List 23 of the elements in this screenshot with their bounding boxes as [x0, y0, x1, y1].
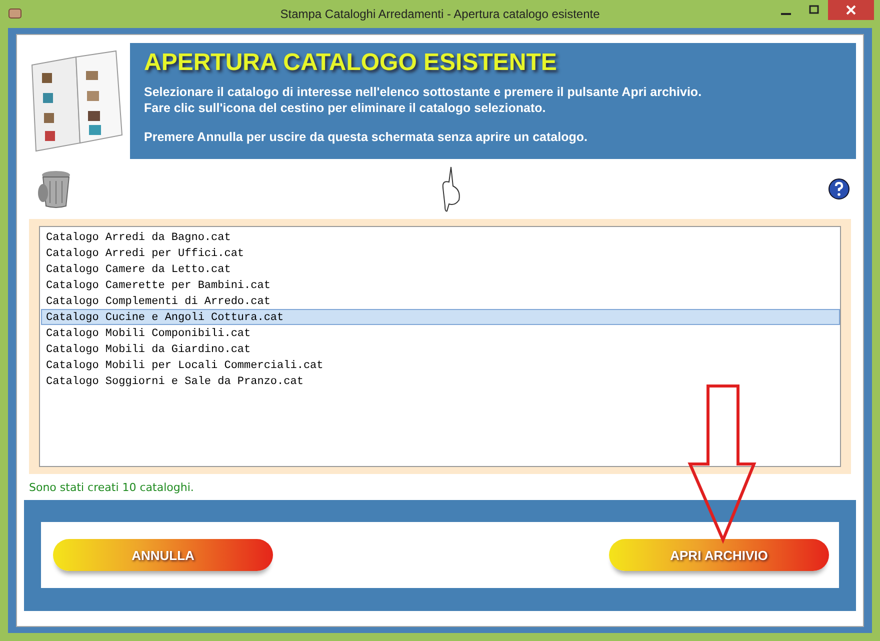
header-title: APERTURA CATALOGO ESISTENTE [144, 49, 558, 77]
instruction-text: Selezionare il catalogo di interesse nell'elenco sottostante e premere il pulsante Apri archivio. [144, 85, 702, 99]
window-title: Stampa Cataloghi Arredamenti - Apertura catalogo esistente [280, 7, 600, 21]
minimize-icon [781, 13, 791, 15]
maximize-icon [809, 5, 819, 15]
catalog-item[interactable]: Catalogo Camerette per Bambini.cat [41, 277, 840, 293]
help-icon[interactable] [828, 178, 850, 200]
close-icon [846, 5, 856, 15]
catalog-item[interactable]: Catalogo Arredi da Bagno.cat [41, 229, 840, 245]
close-button[interactable] [828, 0, 874, 20]
trash-icon[interactable] [36, 169, 72, 209]
catalog-item[interactable]: Catalogo Mobili Componibili.cat [41, 325, 840, 341]
catalog-item[interactable]: Catalogo Complementi di Arredo.cat [41, 293, 840, 309]
catalog-item[interactable]: Catalogo Arredi per Uffici.cat [41, 245, 840, 261]
catalog-item[interactable]: Catalogo Camere da Letto.cat [41, 261, 840, 277]
instruction-text: Fare clic sull'icona del cestino per eliminare il catalogo selezionato. [144, 101, 547, 115]
catalog-item[interactable]: Catalogo Cucine e Angoli Cottura.cat [41, 309, 840, 325]
catalog-item[interactable]: Catalogo Soggiorni e Sale da Pranzo.cat [41, 373, 840, 389]
app-icon [8, 6, 22, 20]
catalog-item[interactable]: Catalogo Mobili per Locali Commerciali.cat [41, 357, 840, 373]
catalog-item[interactable]: Catalogo Mobili da Giardino.cat [41, 341, 840, 357]
instruction-text: Premere Annulla per uscire da questa schermata senza aprire un catalogo. [144, 130, 588, 144]
status-text: Sono stati creati 10 cataloghi. [29, 481, 195, 494]
